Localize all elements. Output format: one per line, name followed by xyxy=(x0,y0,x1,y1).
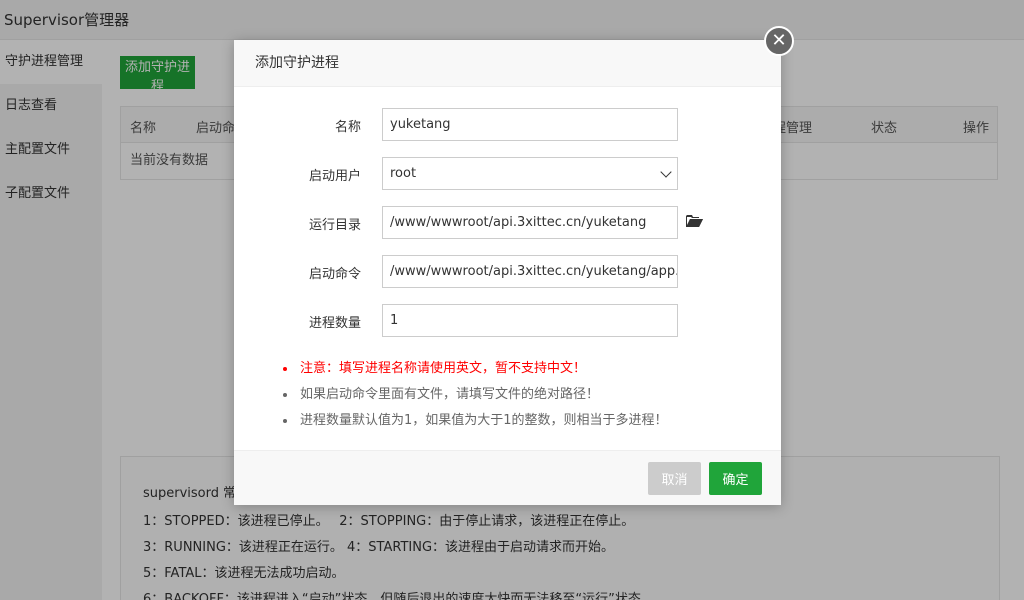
field-row-dir: 运行目录 /www/wwwroot/api.3xittec.cn/yuketan… xyxy=(234,206,781,239)
command-label: 启动命令 xyxy=(308,267,361,282)
field-row-user: 启动用户 root xyxy=(234,157,781,190)
tip-text: 进程数量默认值为1，如果值为大于1的整数，则相当于多进程！ xyxy=(300,413,668,428)
user-select[interactable]: root xyxy=(382,157,678,190)
dialog-title: 添加守护进程 xyxy=(234,40,781,87)
confirm-button[interactable]: 确定 xyxy=(709,462,762,495)
bullet-icon xyxy=(283,393,287,397)
tip-item: 注意：填写进程名称请使用英文，暂不支持中文！ xyxy=(280,356,760,382)
dialog-footer: 取消 确定 xyxy=(234,450,781,505)
user-select-value: root xyxy=(390,166,417,181)
dir-label: 运行目录 xyxy=(308,218,361,233)
add-daemon-dialog: 添加守护进程 ✕ 名称 yuketang 启动用户 root 运行目录 /www… xyxy=(234,26,794,505)
tip-text: 如果启动命令里面有文件，请填写文件的绝对路径！ xyxy=(300,387,600,402)
cancel-button[interactable]: 取消 xyxy=(648,462,701,495)
field-row-command: 启动命令 /www/wwwroot/api.3xittec.cn/yuketan… xyxy=(234,255,781,288)
folder-open-icon[interactable] xyxy=(686,214,703,228)
tip-text: 注意：填写进程名称请使用英文，暂不支持中文！ xyxy=(300,361,587,376)
tips-list: 注意：填写进程名称请使用英文，暂不支持中文！ 如果启动命令里面有文件，请填写文件… xyxy=(280,356,760,434)
command-input[interactable]: /www/wwwroot/api.3xittec.cn/yuketang/app… xyxy=(382,255,678,288)
bullet-icon xyxy=(283,419,287,423)
bullet-icon xyxy=(283,367,287,371)
field-row-name: 名称 yuketang xyxy=(234,108,781,141)
tip-item: 如果启动命令里面有文件，请填写文件的绝对路径！ xyxy=(280,382,760,408)
field-row-count: 进程数量 1 xyxy=(234,304,781,337)
count-input[interactable]: 1 xyxy=(382,304,678,337)
dir-input[interactable]: /www/wwwroot/api.3xittec.cn/yuketang xyxy=(382,206,678,239)
user-label: 启动用户 xyxy=(308,169,361,184)
tip-item: 进程数量默认值为1，如果值为大于1的整数，则相当于多进程！ xyxy=(280,408,760,434)
name-label: 名称 xyxy=(334,120,361,135)
chevron-down-icon xyxy=(660,166,672,178)
close-icon[interactable]: ✕ xyxy=(764,26,794,56)
count-label: 进程数量 xyxy=(308,316,361,331)
name-input[interactable]: yuketang xyxy=(382,108,678,141)
